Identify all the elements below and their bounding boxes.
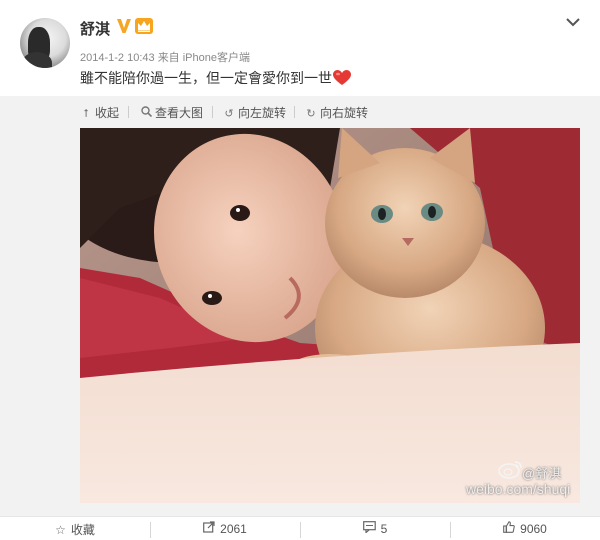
photo-illustration	[80, 128, 580, 503]
rotate-right-button[interactable]: ↻ 向右旋转	[305, 104, 368, 121]
vip-crown-icon[interactable]	[135, 18, 153, 34]
post-meta: 2014-1-2 10:43 来自 iPhone客户端	[80, 49, 250, 65]
star-icon: ☆	[55, 523, 66, 537]
verified-v-icon	[117, 19, 131, 33]
magnifier-icon	[140, 106, 152, 120]
heart-emoji-icon	[333, 70, 351, 85]
toolbar-divider	[294, 106, 295, 118]
favorite-button[interactable]: ☆ 收藏	[0, 521, 150, 539]
like-button[interactable]: 9060	[450, 521, 600, 539]
post-timestamp[interactable]: 2014-1-2 10:43	[80, 52, 155, 64]
collapse-button[interactable]: ⭡ 收起	[80, 104, 119, 121]
weibo-logo-icon	[498, 461, 522, 479]
view-large-button[interactable]: 查看大图	[140, 104, 203, 121]
action-bar: ☆ 收藏 2061 5 9060	[0, 516, 600, 540]
comment-button[interactable]: 5	[300, 521, 450, 539]
avatar[interactable]	[20, 18, 70, 68]
chevron-down-icon[interactable]	[566, 17, 580, 27]
repost-icon	[203, 521, 215, 536]
post-text: 雖不能陪你過一生，但一定會愛你到一世	[80, 68, 351, 88]
arrow-up-icon: ⭡	[83, 107, 89, 120]
watermark-handle: @舒淇	[522, 466, 562, 481]
username[interactable]: 舒淇	[80, 18, 110, 39]
avatar-shoulder	[22, 52, 52, 68]
repost-button[interactable]: 2061	[150, 521, 300, 539]
post-source: 来自 iPhone客户端	[157, 52, 250, 64]
post-photo[interactable]	[80, 128, 580, 503]
watermark-url: weibo.com/shuqi	[466, 481, 571, 497]
toolbar-divider	[128, 106, 129, 118]
toolbar-divider	[212, 106, 213, 118]
rotate-left-button[interactable]: ↺ 向左旋转	[223, 104, 286, 121]
rotate-left-icon: ↺	[224, 107, 234, 120]
comment-icon	[362, 521, 376, 536]
weibo-post-card: 舒淇 2014-1-2 10:43 来自 iPhone客户端 雖不能陪你過一生，…	[0, 0, 600, 540]
thumbs-up-icon	[503, 521, 515, 536]
post-text-content: 雖不能陪你過一生，但一定會愛你到一世	[80, 71, 332, 87]
rotate-right-icon: ↻	[306, 107, 316, 120]
